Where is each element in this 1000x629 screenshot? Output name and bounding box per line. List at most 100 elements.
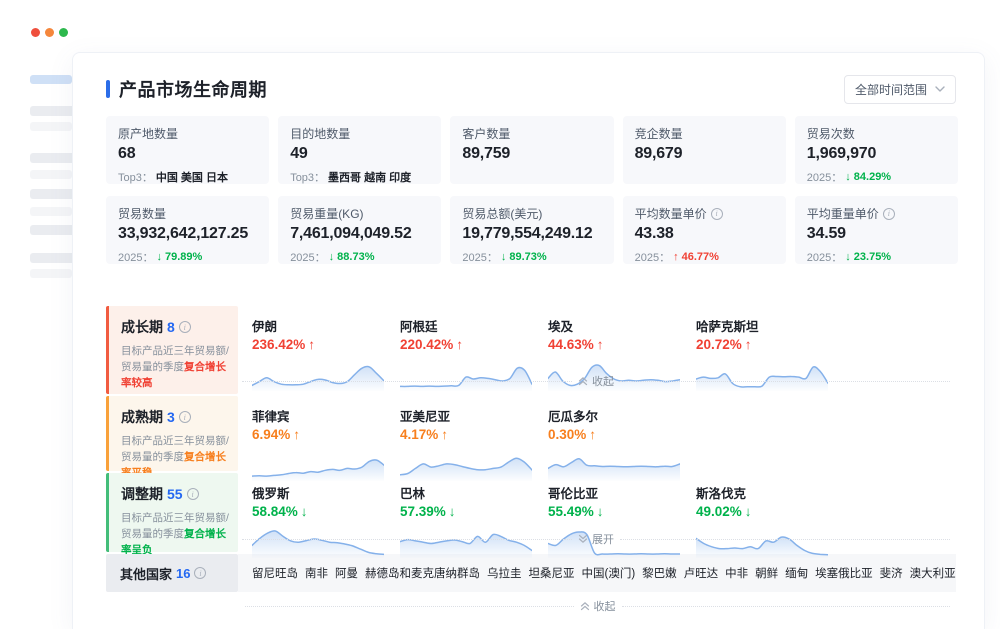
stage-name-row: 调整期55i <box>121 484 232 504</box>
info-icon[interactable]: i <box>883 208 895 220</box>
stage-name: 成长期 <box>121 317 163 337</box>
other-country: 中国(澳门) <box>582 565 636 581</box>
kpi-yoy-year: 2025： <box>118 249 153 265</box>
section-toggle-collapse[interactable]: 收起 <box>245 598 950 614</box>
info-icon[interactable]: i <box>194 567 206 579</box>
kpi-label: 贸易重量(KG) <box>290 205 429 222</box>
other-country: 澳大利亚 <box>910 565 956 581</box>
country-name: 亚美尼亚 <box>400 406 548 425</box>
kpi-value: 49 <box>290 145 429 163</box>
kpi-top3-prefix: Top3： <box>290 169 325 185</box>
stage-row-成熟期: 成熟期3i目标产品近三年贸易额/贸易量的季度复合增长率平稳菲律宾 6.94%↑ 亚美… <box>106 396 956 471</box>
country-trend: 58.84%↓ <box>252 504 400 519</box>
country-trend: 236.42%↑ <box>252 337 400 352</box>
info-icon[interactable]: i <box>179 411 191 423</box>
kpi-label: 原产地数量 <box>118 125 257 142</box>
kpi-card: 客户数量89,759 <box>450 116 613 184</box>
kpi-card: 贸易总额(美元)19,779,554,249.122025：↓89.73% <box>450 196 613 264</box>
kpi-label: 目的地数量 <box>290 125 429 142</box>
country-pct-value: 44.63% <box>548 337 594 352</box>
double-chevron-down-icon <box>578 534 588 544</box>
country-pct-value: 58.84% <box>252 504 298 519</box>
other-country: 朝鲜 <box>755 565 778 581</box>
zoom-window-button[interactable] <box>59 28 68 37</box>
kpi-yoy-year: 2025： <box>807 249 842 265</box>
kpi-top3-names: 中国 美国 日本 <box>156 169 228 185</box>
kpi-value: 19,779,554,249.12 <box>462 225 601 243</box>
stage-count: 8 <box>167 319 175 335</box>
country-name: 菲律宾 <box>252 406 400 425</box>
time-range-select[interactable]: 全部时间范围 <box>844 75 956 104</box>
section-toggle-label: 收起 <box>592 373 614 389</box>
trend-up-icon: ↑ <box>673 251 679 263</box>
double-chevron-up-icon <box>578 376 588 386</box>
kpi-card: 平均数量单价i43.382025：↑46.77% <box>623 196 786 264</box>
kpi-value: 89,679 <box>635 145 774 163</box>
kpi-card: 竞企数量89,679 <box>623 116 786 184</box>
section-toggle-label: 展开 <box>592 531 614 547</box>
country-trend: 4.17%↑ <box>400 427 548 442</box>
other-country: 缅甸 <box>785 565 808 581</box>
kpi-value: 34.59 <box>807 225 946 243</box>
kpi-label: 客户数量 <box>462 125 601 142</box>
other-country: 黎巴嫩 <box>642 565 677 581</box>
kpi-top3: Top3：中国 美国 日本 <box>118 169 257 185</box>
title-accent-bar <box>106 80 110 98</box>
sidebar-skeleton-item <box>30 122 72 131</box>
sidebar-skeleton-item <box>30 269 72 278</box>
kpi-yoy-year: 2025： <box>807 169 842 185</box>
kpi-yoy-year: 2025： <box>462 249 497 265</box>
trend-down-icon: ↓ <box>449 504 456 519</box>
other-country: 乌拉圭 <box>487 565 522 581</box>
trend-up-icon: ↑ <box>308 337 315 352</box>
section-toggle-inner: 展开 <box>578 531 614 547</box>
country-pct-value: 55.49% <box>548 504 594 519</box>
country-pct-value: 0.30% <box>548 427 586 442</box>
stage-name-row: 成熟期3i <box>121 407 232 427</box>
trend-down-icon: ↓ <box>301 504 308 519</box>
country-pct-value: 57.39% <box>400 504 446 519</box>
kpi-value: 33,932,642,127.25 <box>118 225 257 243</box>
kpi-yoy-pct: 84.29% <box>854 171 891 183</box>
trend-up-icon: ↑ <box>597 337 604 352</box>
kpi-card: 贸易数量33,932,642,127.252025：↓79.89% <box>106 196 269 264</box>
country-name: 阿根廷 <box>400 316 548 335</box>
kpi-card: 平均重量单价i34.592025：↓23.75% <box>795 196 958 264</box>
kpi-value: 43.38 <box>635 225 774 243</box>
stage-name: 成熟期 <box>121 407 163 427</box>
stage-count: 55 <box>167 486 183 502</box>
trend-down-icon: ↓ <box>156 251 162 263</box>
bottom-divider-area: 收起 <box>241 594 956 612</box>
other-country: 斐济 <box>880 565 903 581</box>
sidebar-skeleton-item-active <box>30 75 72 84</box>
country-name: 巴林 <box>400 483 548 502</box>
info-icon[interactable]: i <box>179 321 191 333</box>
country-name: 厄瓜多尔 <box>548 406 696 425</box>
stage-content: 俄罗斯58.84%↓巴林57.39%↓哥伦比亚55.49%↓斯洛伐克49.02%… <box>238 473 956 552</box>
section-toggle-collapse[interactable]: 收起 <box>242 373 950 389</box>
stage-row-调整期: 调整期55i目标产品近三年贸易额/贸易量的季度复合增长率呈负俄罗斯58.84%↓… <box>106 473 956 552</box>
other-country: 南非 <box>305 565 328 581</box>
kpi-yoy-pct: 46.77% <box>682 251 719 263</box>
stage-label: 成长期8i目标产品近三年贸易额/贸易量的季度复合增长率较高 <box>106 306 238 394</box>
trend-down-icon: ↓ <box>501 251 507 263</box>
kpi-top3: Top3：墨西哥 越南 印度 <box>290 169 429 185</box>
other-country: 赫德岛和麦克唐纳群岛 <box>365 565 480 581</box>
close-window-button[interactable] <box>31 28 40 37</box>
other-country: 阿曼 <box>335 565 358 581</box>
kpi-top3-names: 墨西哥 越南 印度 <box>328 169 411 185</box>
kpi-label: 平均重量单价i <box>807 205 946 222</box>
section-toggle-inner: 收起 <box>578 373 614 389</box>
section-toggle-expand[interactable]: 展开 <box>242 531 950 547</box>
kpi-value: 68 <box>118 145 257 163</box>
trend-up-icon: ↑ <box>293 427 300 442</box>
stage-label: 成熟期3i目标产品近三年贸易额/贸易量的季度复合增长率平稳 <box>106 396 238 471</box>
info-icon[interactable]: i <box>187 488 199 500</box>
country-trend: 220.42%↑ <box>400 337 548 352</box>
country-pct-value: 6.94% <box>252 427 290 442</box>
country-name: 哈萨克斯坦 <box>696 316 844 335</box>
country-trend: 0.30%↑ <box>548 427 696 442</box>
minimize-window-button[interactable] <box>45 28 54 37</box>
country-tile: 亚美尼亚 4.17%↑ <box>400 406 548 471</box>
info-icon[interactable]: i <box>711 208 723 220</box>
